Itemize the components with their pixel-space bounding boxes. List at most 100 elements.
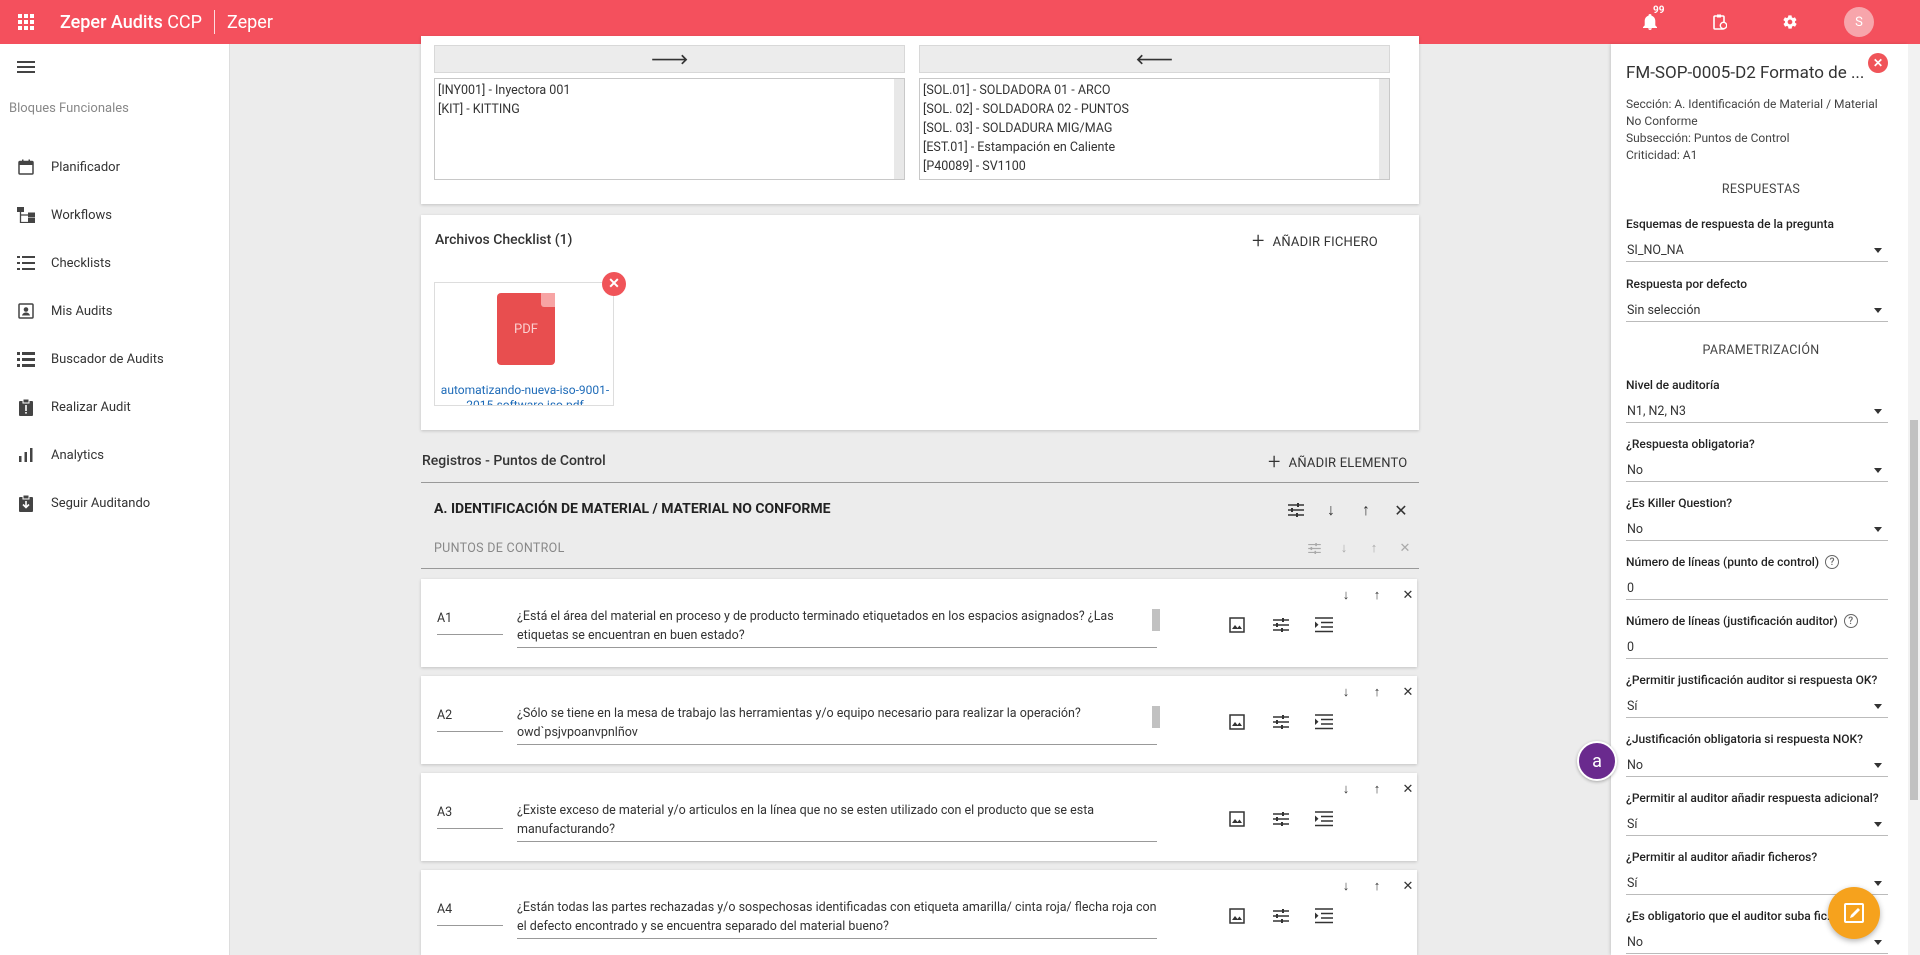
respuestas-heading: RESPUESTAS <box>1721 182 1801 197</box>
settings-sliders-icon[interactable] <box>1271 615 1291 635</box>
sidebar-item-buscador[interactable]: Buscador de Audits <box>0 335 229 383</box>
default-answer-select[interactable]: Respuesta por defecto Sin selección <box>1626 276 1888 322</box>
question-text-field[interactable]: ¿Sólo se tiene en la mesa de trabajo las… <box>517 704 1157 745</box>
list-item[interactable]: [INY001] - Inyectora 001 <box>438 81 901 100</box>
ok-justification-select[interactable]: ¿Permitir justificación auditor si respu… <box>1626 672 1888 718</box>
additional-answer-select[interactable]: ¿Permitir al auditor añadir respuesta ad… <box>1626 790 1888 836</box>
settings-gear-icon[interactable] <box>1780 12 1800 32</box>
field-value: No <box>1627 521 1644 537</box>
list-item[interactable]: [SOL.01] - SOLDADORA 01 - ARCO <box>923 81 1386 100</box>
section-delete-icon[interactable]: ✕ <box>1391 500 1411 520</box>
brand-suffix: CCP <box>167 11 203 33</box>
justification-lines-field[interactable]: Número de líneas (justificación auditor)… <box>1626 613 1888 659</box>
available-lines-list[interactable]: [INY001] - Inyectora 001 [KIT] - KITTING <box>434 78 905 180</box>
move-up-icon[interactable]: ↑ <box>1367 876 1387 896</box>
edit-note-icon <box>1844 903 1864 923</box>
delete-icon[interactable]: ✕ <box>1398 876 1418 896</box>
question-code-field[interactable]: A1 <box>437 609 503 635</box>
menu-hamburger-icon[interactable] <box>17 61 35 73</box>
image-icon[interactable] <box>1227 615 1247 635</box>
section-move-down-icon[interactable]: ↓ <box>1321 500 1341 520</box>
text-scrollbar[interactable] <box>1152 706 1160 728</box>
move-down-icon[interactable]: ↓ <box>1336 585 1356 605</box>
delete-icon[interactable]: ✕ <box>1398 779 1418 799</box>
subsection-delete-icon[interactable]: ✕ <box>1395 538 1415 558</box>
list-scrollbar[interactable] <box>894 79 904 179</box>
sidebar-item-workflows[interactable]: Workflows <box>0 191 229 239</box>
answer-scheme-select[interactable]: Esquemas de respuesta de la pregunta SI_… <box>1626 216 1888 262</box>
app-brand[interactable]: Zeper Audits CCP <box>60 12 202 33</box>
sidebar-item-checklists[interactable]: Checklists <box>0 239 229 287</box>
section-move-up-icon[interactable]: ↑ <box>1356 500 1376 520</box>
section-settings-icon[interactable] <box>1286 500 1306 520</box>
settings-sliders-icon[interactable] <box>1271 809 1291 829</box>
killer-question-select[interactable]: ¿Es Killer Question? No <box>1626 495 1888 541</box>
subsection-move-up-icon[interactable]: ↑ <box>1364 538 1384 558</box>
nok-justification-select[interactable]: ¿Justificación obligatoria si respuesta … <box>1626 731 1888 777</box>
apps-grid-icon[interactable] <box>18 14 34 30</box>
question-text-field[interactable]: ¿Están todas las partes rechazadas y/o s… <box>517 898 1157 939</box>
move-down-icon[interactable]: ↓ <box>1336 682 1356 702</box>
question-text-field[interactable]: ¿Existe exceso de material y/o articulos… <box>517 801 1157 842</box>
move-down-icon[interactable]: ↓ <box>1336 779 1356 799</box>
list-item[interactable]: [P40089] - SV1100 <box>923 157 1386 176</box>
clipboard-pending-icon[interactable] <box>1710 12 1730 32</box>
dropdown-caret-icon <box>1874 762 1882 768</box>
move-up-icon[interactable]: ↑ <box>1367 585 1387 605</box>
user-avatar[interactable]: S <box>1844 7 1874 37</box>
audit-level-select[interactable]: Nivel de auditoría N1, N2, N3 <box>1626 377 1888 423</box>
assigned-lines-list[interactable]: [SOL.01] - SOLDADORA 01 - ARCO [SOL. 02]… <box>919 78 1390 180</box>
page-scrollbar-thumb[interactable] <box>1910 420 1918 800</box>
list-scrollbar[interactable] <box>1379 79 1389 179</box>
delete-icon[interactable]: ✕ <box>1398 585 1418 605</box>
move-up-icon[interactable]: ↑ <box>1367 682 1387 702</box>
question-code-field[interactable]: A3 <box>437 803 503 829</box>
subsection-move-down-icon[interactable]: ↓ <box>1334 538 1354 558</box>
help-icon[interactable]: ? <box>1843 614 1858 628</box>
move-right-button[interactable]: 🡒 <box>434 45 905 73</box>
move-up-icon[interactable]: ↑ <box>1367 779 1387 799</box>
sidebar-item-realizar-audit[interactable]: Realizar Audit <box>0 383 229 431</box>
subsection-settings-icon[interactable] <box>1304 538 1324 558</box>
delete-icon[interactable]: ✕ <box>1398 682 1418 702</box>
add-file-button[interactable]: + AÑADIR FICHERO <box>1252 231 1378 253</box>
sidebar-item-analytics[interactable]: Analytics <box>0 431 229 479</box>
question-text-field[interactable]: ¿Está el área del material en proceso y … <box>517 607 1157 648</box>
add-element-button[interactable]: + AÑADIR ELEMENTO <box>1268 452 1407 474</box>
edit-fab-button[interactable] <box>1828 887 1880 939</box>
image-icon[interactable] <box>1227 906 1247 926</box>
remove-file-button[interactable]: ✕ <box>602 272 626 296</box>
list-item[interactable]: [EST.01] - Estampación en Caliente <box>923 138 1386 157</box>
question-code-field[interactable]: A4 <box>437 900 503 926</box>
list-item[interactable]: [KIT] - KITTING <box>438 100 901 119</box>
sidebar-item-mis-audits[interactable]: Mis Audits <box>0 287 229 335</box>
file-tile[interactable]: PDF automatizando-nueva-iso-9001-2015-so… <box>434 282 614 406</box>
settings-sliders-icon[interactable] <box>1271 906 1291 926</box>
control-lines-field[interactable]: Número de líneas (punto de control)? 0 <box>1626 554 1888 600</box>
help-icon[interactable]: ? <box>1825 555 1840 569</box>
sidebar-item-seguir-auditando[interactable]: Seguir Auditando <box>0 479 229 527</box>
settings-sliders-icon[interactable] <box>1271 712 1291 732</box>
image-icon[interactable] <box>1227 712 1247 732</box>
field-label: ¿Justificación obligatoria si respuesta … <box>1626 732 1863 746</box>
question-card: ↓ ↑ ✕ A2 ¿Sólo se tiene en la mesa de tr… <box>421 676 1417 764</box>
text-scrollbar[interactable] <box>1152 609 1160 631</box>
indent-icon[interactable] <box>1314 712 1334 732</box>
indent-icon[interactable] <box>1314 809 1334 829</box>
image-icon[interactable] <box>1227 809 1247 829</box>
file-name-link[interactable]: automatizando-nueva-iso-9001-2015-softwa… <box>435 383 615 405</box>
indent-icon[interactable] <box>1314 906 1334 926</box>
question-card: ↓ ↑ ✕ A4 ¿Están todas las partes rechaza… <box>421 870 1417 955</box>
add-file-label: AÑADIR FICHERO <box>1272 234 1378 250</box>
pdf-file-icon: PDF <box>497 293 555 365</box>
close-panel-button[interactable]: ✕ <box>1868 53 1888 73</box>
notifications-bell-icon[interactable]: 99 <box>1640 5 1664 32</box>
move-left-button[interactable]: 🡐 <box>919 45 1390 73</box>
question-code-field[interactable]: A2 <box>437 706 503 732</box>
list-item[interactable]: [SOL. 02] - SOLDADORA 02 - PUNTOS <box>923 100 1386 119</box>
mandatory-answer-select[interactable]: ¿Respuesta obligatoria? No <box>1626 436 1888 482</box>
move-down-icon[interactable]: ↓ <box>1336 876 1356 896</box>
indent-icon[interactable] <box>1314 615 1334 635</box>
list-item[interactable]: [SOL. 03] - SOLDADURA MIG/MAG <box>923 119 1386 138</box>
sidebar-item-planificador[interactable]: Planificador <box>0 143 229 191</box>
